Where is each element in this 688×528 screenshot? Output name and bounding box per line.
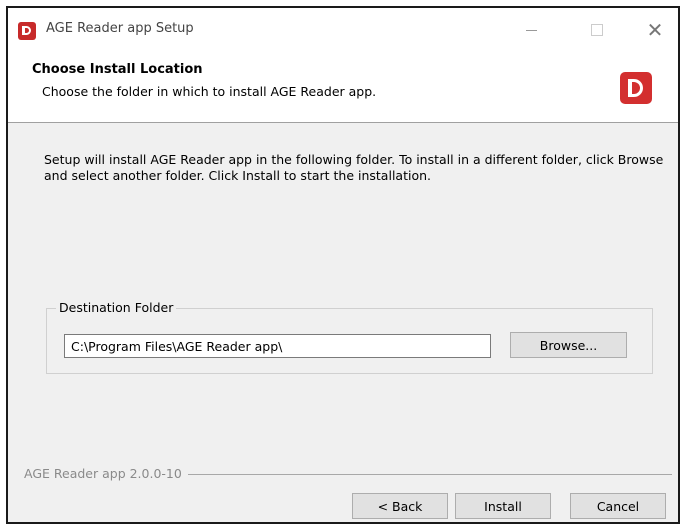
page-title: Choose Install Location [32,62,203,77]
minimize-icon [525,29,537,31]
app-logo-icon [18,22,36,40]
title-bar: AGE Reader app Setup ✕ [8,8,678,52]
back-button[interactable]: < Back [352,493,448,519]
browse-button[interactable]: Browse... [510,332,627,358]
page-header: Choose Install Location Choose the folde… [8,52,678,123]
cancel-button[interactable]: Cancel [570,493,666,519]
install-button[interactable]: Install [455,493,551,519]
setup-window: AGE Reader app Setup ✕ Choose Install Lo… [6,6,680,524]
minimize-button[interactable] [508,8,554,52]
branding-text: AGE Reader app 2.0.0-10 [24,466,188,481]
page-subtitle: Choose the folder in which to install AG… [42,84,377,99]
close-icon: ✕ [646,18,664,42]
header-logo-icon [620,72,652,104]
destination-folder-label: Destination Folder [56,300,177,315]
destination-path-input[interactable] [64,334,491,358]
maximize-icon [591,24,603,36]
close-button[interactable]: ✕ [632,8,678,52]
install-description: Setup will install AGE Reader app in the… [44,152,664,183]
window-title: AGE Reader app Setup [46,21,194,36]
maximize-button[interactable] [574,8,620,52]
